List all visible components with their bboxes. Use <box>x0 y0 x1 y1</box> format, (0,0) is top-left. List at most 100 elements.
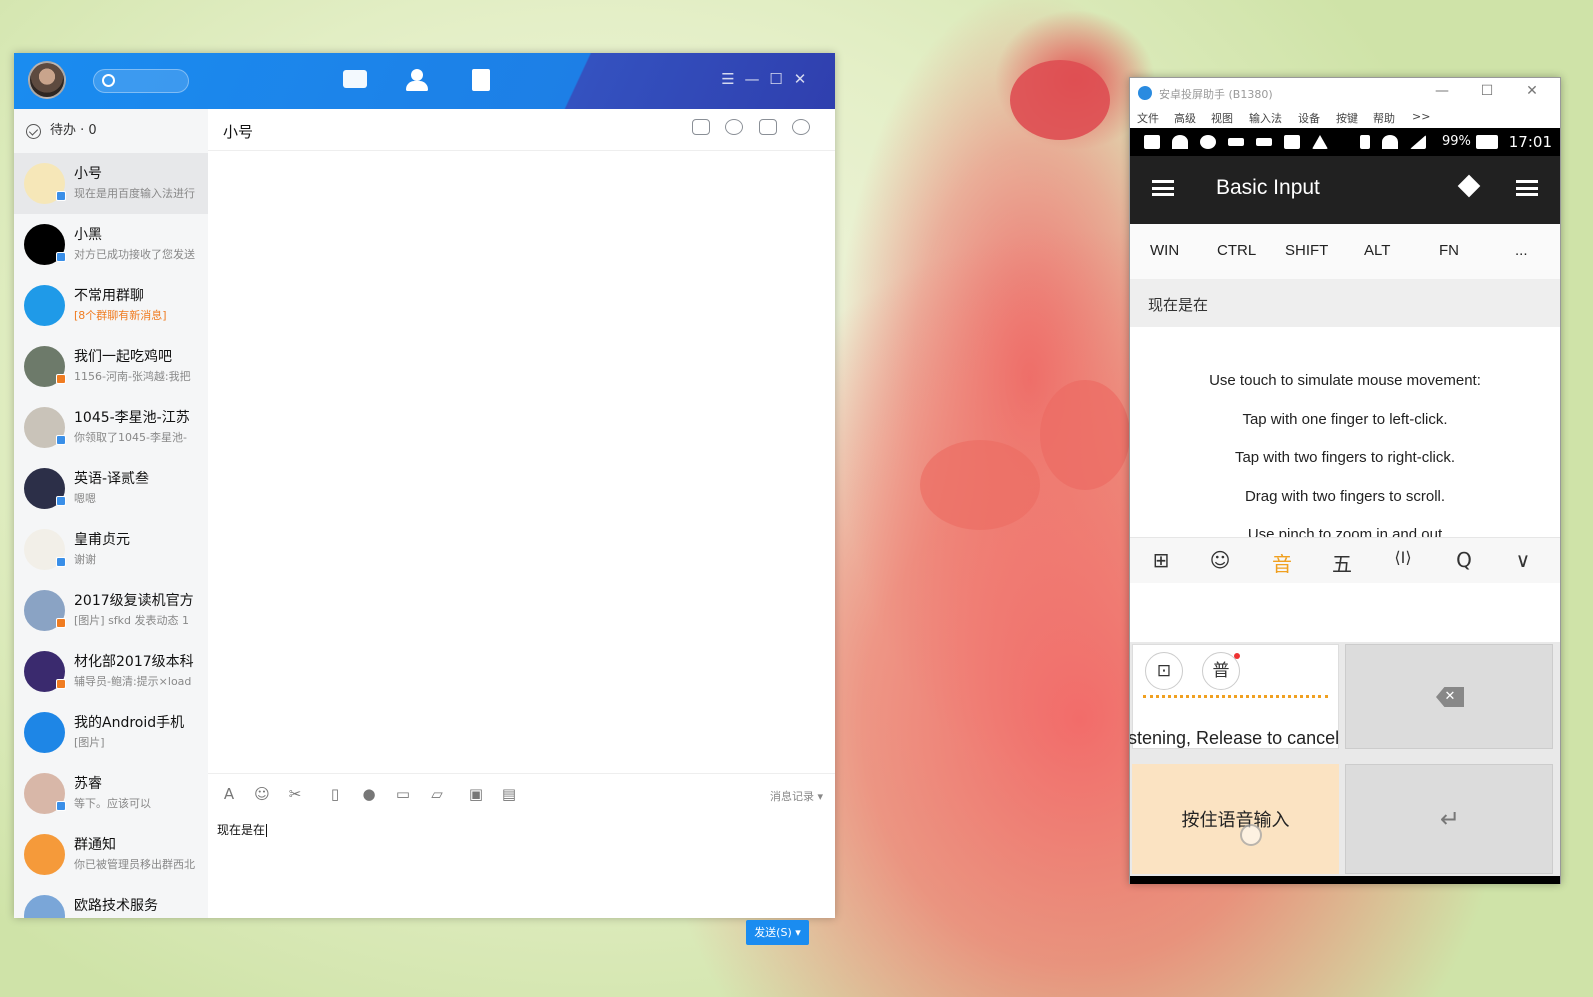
briefcase-icon[interactable]: ⊡ <box>1145 652 1183 690</box>
more-keys[interactable]: ... <box>1515 242 1528 259</box>
search-input[interactable] <box>93 69 189 93</box>
alt-key[interactable]: ALT <box>1364 242 1390 259</box>
typed-text: 现在是在 <box>1148 296 1209 314</box>
message-preview: 1156-河南-张鸿越:我把 <box>74 370 191 383</box>
emoji-icon[interactable]: ☺ <box>253 786 271 802</box>
clock: 17:01 <box>1508 133 1552 151</box>
calendar-icon[interactable]: ▤ <box>500 786 518 802</box>
battery-percent: 99% <box>1442 134 1471 149</box>
conversation-item[interactable]: 欧路技术服务 <box>14 885 208 918</box>
delete-key[interactable]: ✕ <box>1345 644 1553 749</box>
image-icon[interactable]: ▭ <box>394 786 412 802</box>
circle-icon <box>1200 135 1216 149</box>
settings-icon[interactable] <box>792 119 810 135</box>
conversation-item[interactable]: 我们一起吃鸡吧 1156-河南-张鸿越:我把 <box>14 336 208 397</box>
conversation-item[interactable]: 材化部2017级本科 辅导员-鲍清:提示×load <box>14 641 208 702</box>
release-to-cancel-text: stening, Release to cancel <box>1130 728 1340 748</box>
status-bar: 99% 17:01 <box>1130 128 1560 156</box>
scissors-icon[interactable]: ✂ <box>286 786 304 802</box>
grid-icon[interactable]: ⊞ <box>1146 548 1176 572</box>
app-title: Basic Input <box>1216 176 1320 199</box>
conversation-item[interactable]: 1045-李星池-江苏 你领取了1045-李星池- <box>14 397 208 458</box>
conversation-item[interactable]: 群通知 你已被管理员移出群西北 <box>14 824 208 885</box>
minimize-icon[interactable]: — <box>1432 83 1452 99</box>
folder-icon[interactable]: ▱ <box>428 786 446 802</box>
shift-key[interactable]: SHIFT <box>1285 242 1328 259</box>
wubi-icon[interactable]: 五 <box>1327 548 1357 577</box>
shake-icon[interactable]: ▯ <box>326 786 344 802</box>
close-icon[interactable]: ✕ <box>1522 83 1542 99</box>
shield-icon <box>1284 135 1300 149</box>
microphone-icon[interactable]: ● <box>360 786 378 802</box>
menu-item[interactable]: 文件 <box>1137 110 1159 126</box>
collapse-icon[interactable]: ∨ <box>1508 548 1538 572</box>
todo-row[interactable]: 待办 · 0 <box>14 109 208 153</box>
menu-item[interactable]: 按键 <box>1336 110 1358 126</box>
app-logo-icon <box>1138 86 1152 100</box>
maximize-icon[interactable]: ☐ <box>1477 83 1497 99</box>
fn-key[interactable]: FN <box>1439 242 1459 259</box>
conversation-item[interactable]: 苏睿 等下。应该可以 <box>14 763 208 824</box>
emoji-icon[interactable]: ☺ <box>1205 548 1235 572</box>
hamburger-icon[interactable] <box>1152 180 1174 196</box>
contacts-tab-icon[interactable] <box>402 67 432 95</box>
mirror-menubar: 文件 高级 视图 输入法 设备 按键 帮助 >> <box>1130 108 1560 128</box>
device-status-icon <box>56 496 66 506</box>
menu-icon[interactable]: ☰ <box>718 69 738 89</box>
message-history-link[interactable]: 消息记录 ▾ <box>770 788 823 804</box>
menu-item[interactable]: 视图 <box>1211 110 1233 126</box>
message-input[interactable]: 现在是在 <box>217 821 267 838</box>
phone-call-icon[interactable] <box>725 119 743 135</box>
contact-name: 小黑 <box>74 227 102 243</box>
win-key[interactable]: WIN <box>1150 242 1179 259</box>
hold-to-speak-label: 按住语音输入 <box>1181 810 1290 831</box>
typed-text-field[interactable]: 现在是在 <box>1130 280 1560 327</box>
conversation-item[interactable]: 小黑 对方已成功接收了您发送 <box>14 214 208 275</box>
user-avatar[interactable] <box>28 61 66 99</box>
contact-name: 1045-李星池-江苏 <box>74 410 190 426</box>
contact-name: 苏睿 <box>74 776 102 792</box>
warning-icon <box>1312 135 1328 149</box>
menu-item[interactable]: 输入法 <box>1249 110 1282 126</box>
send-button[interactable]: 发送(S) ▾ <box>746 920 809 945</box>
messages-tab-icon[interactable] <box>340 67 370 95</box>
chat-panel: 小号 A ☺ ✂ ▯ ● ▭ ▱ ▣ ▤ 消息记录 ▾ 现在是在 发送(S) ▾ <box>208 109 835 945</box>
enter-key[interactable]: ↵ <box>1345 764 1553 874</box>
instructions[interactable]: Use touch to simulate mouse movement: Ta… <box>1130 327 1560 537</box>
add-icon[interactable] <box>759 119 777 135</box>
contact-name: 材化部2017级本科 <box>74 654 194 670</box>
qq-titlebar: ☰ — ☐ ✕ <box>14 53 835 109</box>
font-icon[interactable]: A <box>220 786 238 802</box>
device-status-icon <box>56 374 66 384</box>
menu-item[interactable]: 设备 <box>1298 110 1320 126</box>
touch-indicator <box>1240 824 1262 846</box>
minimize-icon[interactable]: — <box>742 69 762 89</box>
ctrl-key[interactable]: CTRL <box>1217 242 1256 259</box>
cursor-icon[interactable]: ⟨I⟩ <box>1388 548 1418 567</box>
message-preview: 嗯嗯 <box>74 492 96 505</box>
close-icon[interactable]: ✕ <box>790 69 810 89</box>
conversation-item[interactable]: 小号 现在是用百度输入法进行 <box>14 153 208 214</box>
wifi-icon <box>1172 135 1188 149</box>
maximize-icon[interactable]: ☐ <box>766 69 786 89</box>
menu-item[interactable]: 高级 <box>1174 110 1196 126</box>
voice-mode-icon[interactable]: 音 <box>1267 548 1297 577</box>
search-icon[interactable]: Q <box>1449 548 1479 572</box>
layers-icon[interactable] <box>1456 176 1482 202</box>
conversation-item[interactable]: 不常用群聊 [8个群聊有新消息] <box>14 275 208 336</box>
chat-header: 小号 <box>208 109 835 151</box>
notification-icon <box>1144 135 1160 149</box>
conversation-item[interactable]: 皇甫贞元 谢谢 <box>14 519 208 580</box>
conversation-item[interactable]: 我的Android手机 [图片] <box>14 702 208 763</box>
menu-item[interactable]: 帮助 <box>1373 110 1395 126</box>
red-packet-icon[interactable]: ▣ <box>467 786 485 802</box>
conversation-item[interactable]: 英语-译贰叁 嗯嗯 <box>14 458 208 519</box>
space-tab-icon[interactable] <box>466 67 496 95</box>
hold-to-speak-button[interactable]: 按住语音输入 <box>1132 764 1339 874</box>
cell-signal-icon <box>1410 135 1426 149</box>
conversation-item[interactable]: 2017级复读机官方 [图片] sfkd 发表动态 1 <box>14 580 208 641</box>
screen-share-icon[interactable] <box>692 119 710 135</box>
menu-icon[interactable] <box>1516 180 1538 196</box>
mirror-titlebar: 安卓投屏助手 (B1380) — ☐ ✕ <box>1130 78 1560 108</box>
menu-more[interactable]: >> <box>1412 110 1430 123</box>
